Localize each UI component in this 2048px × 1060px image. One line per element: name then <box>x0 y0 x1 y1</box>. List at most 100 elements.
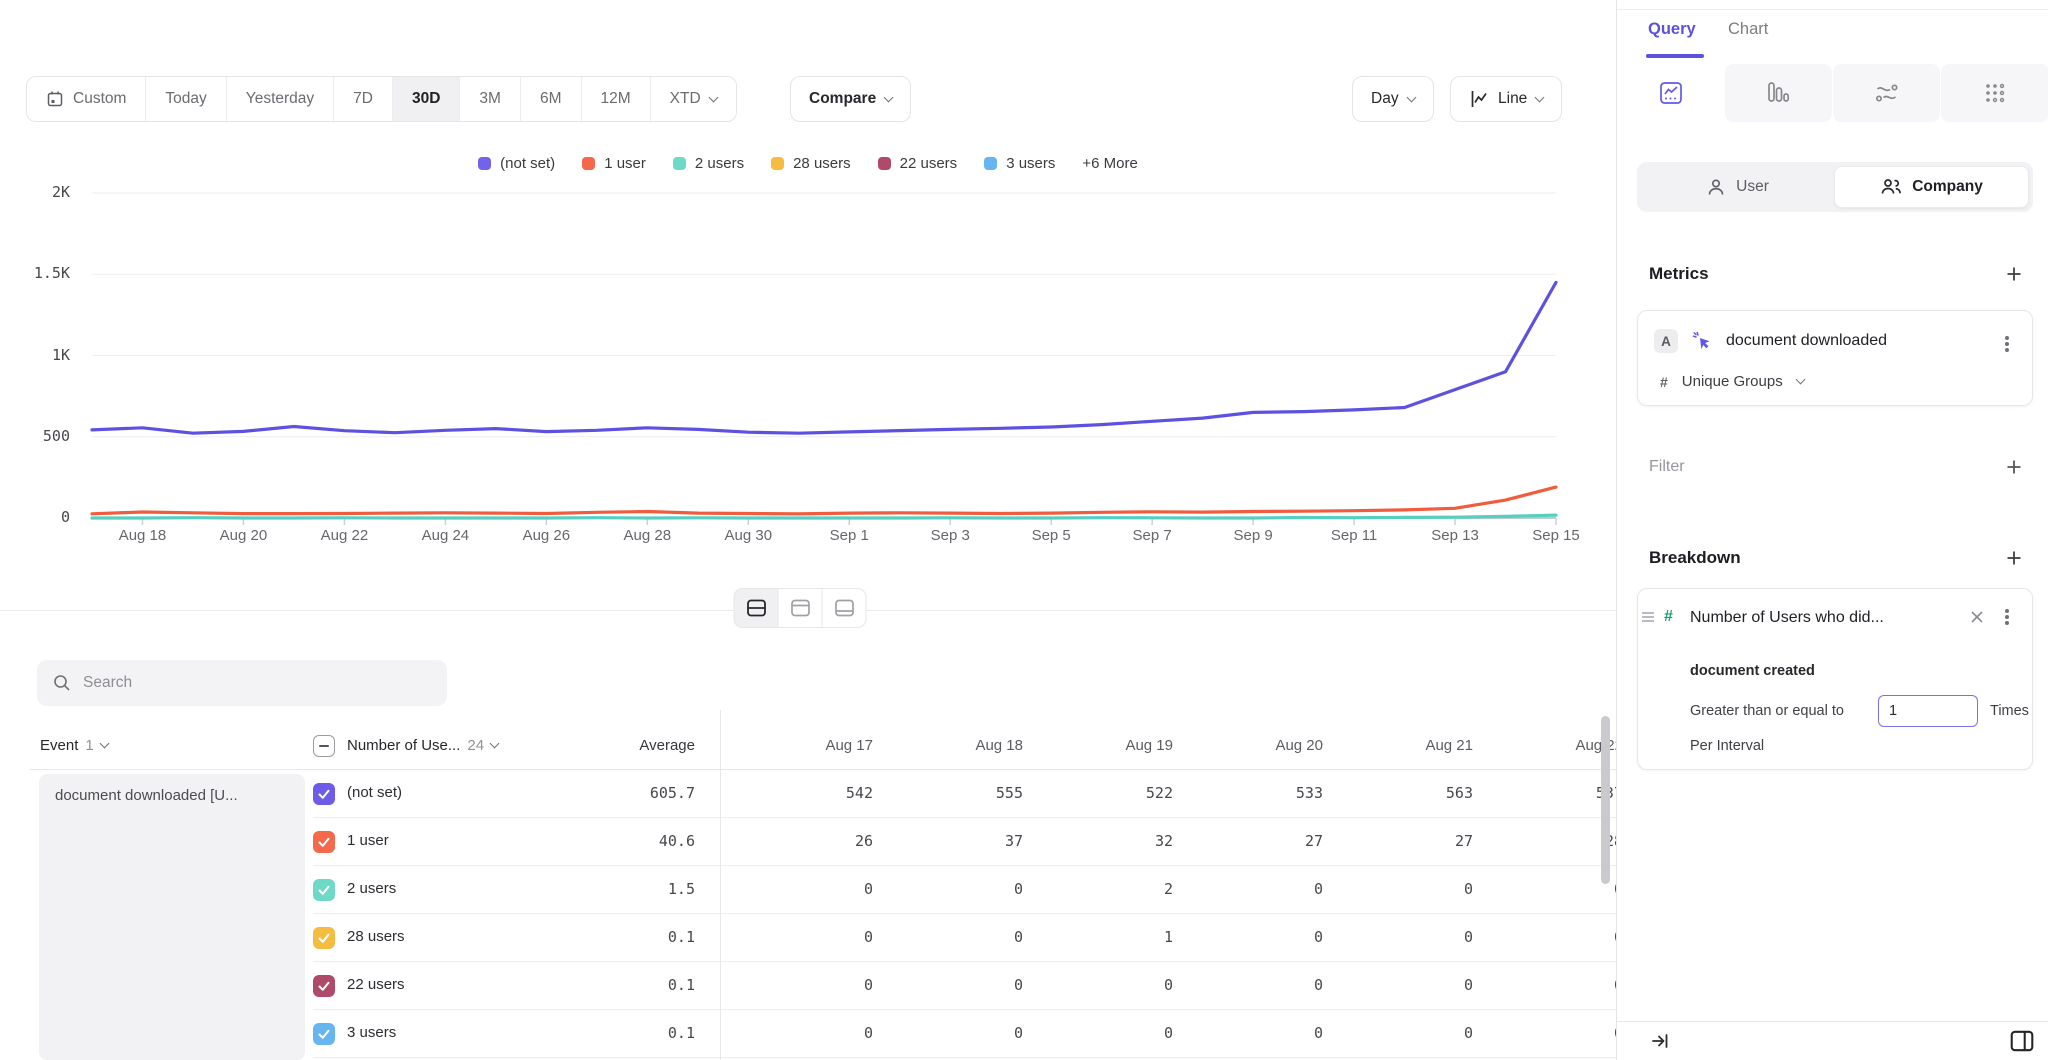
average-column-header: Average <box>540 737 695 754</box>
collapse-right-icon <box>1650 1031 1670 1051</box>
cell-value: 0 <box>1503 880 1616 898</box>
row-checkbox[interactable] <box>313 927 335 949</box>
series-column-header[interactable]: Number of Use... 24 <box>347 737 498 754</box>
add-filter-button[interactable] <box>2002 455 2026 479</box>
breakdown-title[interactable]: Number of Users who did... <box>1690 609 1950 627</box>
date-column-header: Aug 18 <box>903 737 1053 754</box>
x-axis-label: Aug 24 <box>422 527 470 544</box>
tab-chart[interactable]: Chart <box>1728 20 1768 39</box>
x-axis-label: Sep 9 <box>1233 527 1272 544</box>
minus-icon <box>319 745 329 747</box>
add-metric-button[interactable] <box>2002 262 2026 286</box>
event-click-icon <box>1691 330 1713 352</box>
flow-icon <box>1874 80 1900 106</box>
y-axis-label: 1K <box>0 346 70 364</box>
chart-type-grid[interactable] <box>1941 64 2048 122</box>
table-only-view-button[interactable] <box>822 588 867 628</box>
series-label: 1 user <box>347 832 389 849</box>
drag-handle-icon[interactable] <box>1642 616 1654 618</box>
metric-badge: A <box>1654 329 1678 353</box>
plus-icon <box>2005 458 2023 476</box>
grid-dots-icon <box>1982 80 2008 106</box>
average-value: 1.5 <box>540 880 695 898</box>
series-label: (not set) <box>347 784 402 801</box>
cell-value: 1 <box>1053 928 1203 946</box>
x-axis-label: Sep 1 <box>830 527 869 544</box>
x-axis-label: Aug 20 <box>220 527 268 544</box>
row-checkbox[interactable] <box>313 1023 335 1045</box>
row-checkbox[interactable] <box>313 831 335 853</box>
query-panel: Query Chart User Company <box>1616 0 2048 1060</box>
check-icon <box>317 931 331 945</box>
metric-event-name[interactable]: document downloaded <box>1726 332 1887 350</box>
breakdown-card[interactable]: # Number of Users who did... document cr… <box>1637 588 2033 770</box>
cell-value: 0 <box>1353 880 1503 898</box>
metric-menu-button[interactable] <box>1996 333 2018 355</box>
cell-value: 28 <box>1503 832 1616 850</box>
tab-query[interactable]: Query <box>1648 20 1696 39</box>
hash-icon: # <box>1660 374 1668 390</box>
cell-value: 0 <box>903 1024 1053 1042</box>
filter-section-title: Filter <box>1649 458 1685 476</box>
chart-type-selector <box>1617 64 2048 122</box>
check-icon <box>317 883 331 897</box>
row-checkbox[interactable] <box>313 975 335 997</box>
chart-only-view-button[interactable] <box>778 588 823 628</box>
event-column-header[interactable]: Event 1 <box>40 737 108 754</box>
date-column-header: Aug 22 <box>1503 737 1616 754</box>
chart-type-bar[interactable] <box>1725 64 1832 122</box>
cell-value: 2 <box>1053 880 1203 898</box>
cell-value: 0 <box>903 928 1053 946</box>
row-checkbox[interactable] <box>313 879 335 901</box>
plus-icon <box>2005 549 2023 567</box>
side-panel-toggle-button[interactable] <box>2009 1028 2035 1059</box>
split-view-button[interactable] <box>734 588 779 628</box>
x-axis-label: Sep 15 <box>1532 527 1580 544</box>
metric-measure[interactable]: # Unique Groups <box>1660 373 1804 390</box>
collapse-panel-button[interactable] <box>1650 1031 1670 1056</box>
breakdown-interval-label[interactable]: Per Interval <box>1690 738 1764 754</box>
average-value: 40.6 <box>540 832 695 850</box>
split-middle-icon <box>744 596 768 620</box>
average-value: 0.1 <box>540 1024 695 1042</box>
chart-type-flow[interactable] <box>1833 64 1940 122</box>
line-chart: 05001K1.5K2K Aug 18Aug 20Aug 22Aug 24Aug… <box>0 0 1616 560</box>
cell-value: 32 <box>1053 832 1203 850</box>
panel-footer <box>1617 1021 2048 1060</box>
active-tab-indicator <box>1646 54 1704 58</box>
cell-value: 522 <box>1053 784 1203 802</box>
remove-breakdown-button[interactable] <box>1966 606 1988 628</box>
check-icon <box>317 979 331 993</box>
breakdown-condition-label[interactable]: Greater than or equal to <box>1690 703 1844 719</box>
cell-value: 37 <box>903 832 1053 850</box>
cell-value: 0 <box>1503 928 1616 946</box>
event-list-item[interactable]: document downloaded [U... <box>39 774 305 1060</box>
cell-value: 0 <box>1203 880 1353 898</box>
table-scrollbar[interactable] <box>1601 716 1610 884</box>
y-axis-label: 1.5K <box>0 264 70 282</box>
cell-value: 0 <box>753 976 903 994</box>
search-input[interactable] <box>83 674 413 692</box>
metric-card[interactable]: A document downloaded # Unique Groups <box>1637 310 2033 406</box>
average-value: 605.7 <box>540 784 695 802</box>
metrics-section-title: Metrics <box>1649 264 1709 284</box>
breakdown-value-input[interactable] <box>1878 695 1978 727</box>
audience-user[interactable]: User <box>1641 166 1834 208</box>
row-checkbox[interactable] <box>313 783 335 805</box>
bar-chart-icon <box>1765 80 1791 106</box>
add-breakdown-button[interactable] <box>2002 546 2026 570</box>
breakdown-menu-button[interactable] <box>1996 606 2018 628</box>
cell-value: 0 <box>753 928 903 946</box>
chevron-down-icon <box>1795 375 1805 385</box>
breakdown-event-name[interactable]: document created <box>1690 663 1815 679</box>
cell-value: 0 <box>903 880 1053 898</box>
chart-type-line[interactable] <box>1617 64 1724 122</box>
audience-toggle: User Company <box>1637 162 2033 212</box>
kebab-icon <box>2005 615 2009 619</box>
select-all-checkbox[interactable] <box>313 735 335 757</box>
cell-value: 542 <box>753 784 903 802</box>
audience-company[interactable]: Company <box>1834 166 2029 208</box>
y-axis-label: 0 <box>0 508 70 526</box>
column-divider <box>720 710 721 1060</box>
x-axis-label: Sep 13 <box>1431 527 1479 544</box>
